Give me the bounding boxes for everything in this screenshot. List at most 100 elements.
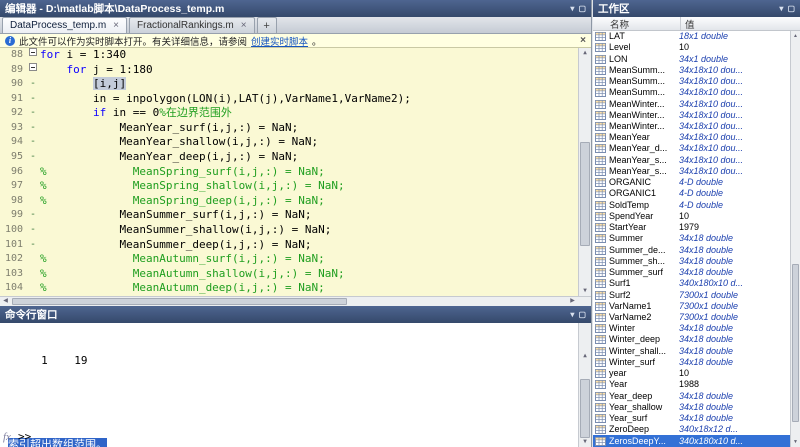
undock-icon[interactable]: ▢ [578,4,586,14]
breakpoint-alley[interactable]: - [26,135,40,150]
breakpoint-alley[interactable] [26,281,40,296]
workspace-variable-row[interactable]: LAT18x1 double [593,31,790,42]
workspace-variable-row[interactable]: ORGANIC14-D double [593,188,790,199]
workspace-variable-row[interactable]: StartYear1979 [593,222,790,233]
workspace-variable-row[interactable]: Winter_surf34x18 double [593,357,790,368]
workspace-variable-row[interactable]: MeanYear34x18x10 dou... [593,132,790,143]
workspace-variable-row[interactable]: year10 [593,368,790,379]
scroll-down-icon[interactable]: ▼ [579,437,591,447]
code-line-91[interactable]: 91- in = inpolygon(LON(i),LAT(j),VarName… [0,92,578,107]
tab-close-icon[interactable]: × [113,21,119,31]
breakpoint-alley[interactable] [26,165,40,180]
workspace-variable-row[interactable]: MeanSumm...34x18x10 dou... [593,87,790,98]
workspace-variable-row[interactable]: VarName27300x1 double [593,312,790,323]
scroll-up-icon[interactable]: ▲ [791,31,800,41]
workspace-variable-row[interactable]: Year_shallow34x18 double [593,402,790,413]
breakpoint-alley[interactable] [26,179,40,194]
scrollbar-thumb[interactable] [580,379,590,439]
workspace-variable-row[interactable]: MeanYear_s...34x18x10 dou... [593,155,790,166]
breakpoint-alley[interactable] [26,194,40,209]
workspace-variable-row[interactable]: Winter_deep34x18 double [593,334,790,345]
breakpoint-alley[interactable] [26,252,40,267]
editor-titlebar[interactable]: 编辑器 - D:\matlab脚本\DataProcess_temp.m ▾ ▢ [0,0,591,17]
code-editor[interactable]: 88for i = 1:34089 for j = 1:18090- [i,j]… [0,48,591,296]
chevron-down-icon[interactable]: ▾ [570,310,574,320]
code-line-90[interactable]: 90- [i,j] [0,77,578,92]
breakpoint-alley[interactable]: - [26,106,40,121]
breakpoint-alley[interactable]: - [26,77,40,92]
scroll-down-icon[interactable]: ▼ [791,437,800,447]
workspace-variable-row[interactable]: MeanYear_s...34x18x10 dou... [593,166,790,177]
command-window-scrollbar[interactable]: ▲ ▼ [578,323,591,447]
workspace-variable-row[interactable]: Summer_surf34x18 double [593,267,790,278]
code-line-95[interactable]: 95- MeanYear_deep(i,j,:) = NaN; [0,150,578,165]
workspace-variable-row[interactable]: MeanWinter...34x18x10 dou... [593,98,790,109]
code-line-93[interactable]: 93- MeanYear_surf(i,j,:) = NaN; [0,121,578,136]
workspace-scrollbar[interactable]: ▲▼ [790,31,800,447]
workspace-variable-row[interactable]: Surf27300x1 double [593,289,790,300]
workspace-variable-row[interactable]: ZeroDeep340x18x12 d... [593,424,790,435]
code-line-101[interactable]: 101- MeanSummer_deep(i,j,:) = NaN; [0,238,578,253]
workspace-variable-row[interactable]: SpendYear10 [593,211,790,222]
workspace-variable-row[interactable]: MeanSumm...34x18x10 dou... [593,65,790,76]
workspace-variable-row[interactable]: Summer34x18 double [593,233,790,244]
code-line-94[interactable]: 94- MeanYear_shallow(i,j,:) = NaN; [0,135,578,150]
chevron-down-icon[interactable]: ▾ [779,4,783,14]
breakpoint-alley[interactable]: - [26,92,40,107]
close-icon[interactable]: × [580,35,586,46]
workspace-variable-row[interactable]: Year1988 [593,379,790,390]
workspace-variable-row[interactable]: MeanWinter...34x18x10 dou... [593,110,790,121]
command-window-titlebar[interactable]: 命令行窗口 ▾ ▢ [0,306,591,323]
scroll-left-icon[interactable]: ◀ [0,297,11,306]
workspace-variable-row[interactable]: MeanWinter...34x18x10 dou... [593,121,790,132]
command-window[interactable]: 1 19 索引超出数组范围。 出错 DataProcess_temp (line… [0,323,591,447]
workspace-variable-row[interactable]: MeanYear_d...34x18x10 dou... [593,143,790,154]
code-fold-icon[interactable] [26,48,40,63]
column-header-value[interactable]: 值 [681,17,800,30]
workspace-variable-row[interactable]: Year_deep34x18 double [593,391,790,402]
create-live-script-link[interactable]: 创建实时脚本 [251,34,308,48]
workspace-variable-row[interactable]: Summer_de...34x18 double [593,244,790,255]
scrollbar-thumb[interactable] [580,142,590,246]
workspace-variable-row[interactable]: Winter34x18 double [593,323,790,334]
code-line-92[interactable]: 92- if in == 0%在边界范围外 [0,106,578,121]
code-line-88[interactable]: 88for i = 1:340 [0,48,578,63]
code-line-96[interactable]: 96% MeanSpring_surf(i,j,:) = NaN; [0,165,578,180]
workspace-variable-row[interactable]: MeanSumm...34x18x10 dou... [593,76,790,87]
editor-tab-1[interactable]: DataProcess_temp.m× [2,17,127,33]
command-prompt[interactable]: >> [18,430,31,444]
tab-close-icon[interactable]: × [241,21,247,31]
workspace-variable-row[interactable]: ZerosDeepY...340x180x10 d... [593,435,790,446]
code-line-103[interactable]: 103% MeanAutumn_shallow(i,j,:) = NaN; [0,267,578,282]
workspace-variable-row[interactable]: LON34x1 double [593,53,790,64]
workspace-variable-row[interactable]: Surf1340x180x10 d... [593,278,790,289]
workspace-variable-row[interactable]: Winter_shall...34x18 double [593,346,790,357]
workspace-variable-row[interactable]: Year_surf34x18 double [593,413,790,424]
breakpoint-alley[interactable]: - [26,223,40,238]
new-tab-button[interactable]: + [257,17,277,33]
code-line-97[interactable]: 97% MeanSpring_shallow(i,j,:) = NaN; [0,179,578,194]
fx-icon[interactable]: fx [3,430,11,444]
breakpoint-alley[interactable]: - [26,150,40,165]
column-header-name[interactable]: 名称 [593,17,681,30]
scroll-up-icon[interactable]: ▲ [579,351,591,361]
code-fold-icon[interactable] [26,63,40,78]
code-line-102[interactable]: 102% MeanAutumn_surf(i,j,:) = NaN; [0,252,578,267]
breakpoint-alley[interactable]: - [26,208,40,223]
editor-vertical-scrollbar[interactable]: ▲ ▼ [578,48,591,296]
scrollbar-thumb[interactable] [12,298,347,305]
editor-horizontal-scrollbar[interactable]: ◀ ▶ [0,296,591,306]
scroll-up-icon[interactable]: ▲ [579,48,591,58]
workspace-variable-row[interactable]: VarName17300x1 double [593,301,790,312]
scrollbar-thumb[interactable] [792,264,799,422]
workspace-variable-row[interactable]: Level10 [593,42,790,53]
workspace-variable-row[interactable]: Summer_sh...34x18 double [593,256,790,267]
undock-icon[interactable]: ▢ [578,310,586,320]
workspace-variable-row[interactable]: ORGANIC4-D double [593,177,790,188]
scroll-down-icon[interactable]: ▼ [579,286,591,296]
code-line-100[interactable]: 100- MeanSummer_shallow(i,j,:) = NaN; [0,223,578,238]
breakpoint-alley[interactable]: - [26,238,40,253]
workspace-variable-row[interactable]: SoldTemp4-D double [593,200,790,211]
code-line-89[interactable]: 89 for j = 1:180 [0,63,578,78]
scroll-right-icon[interactable]: ▶ [567,297,578,306]
